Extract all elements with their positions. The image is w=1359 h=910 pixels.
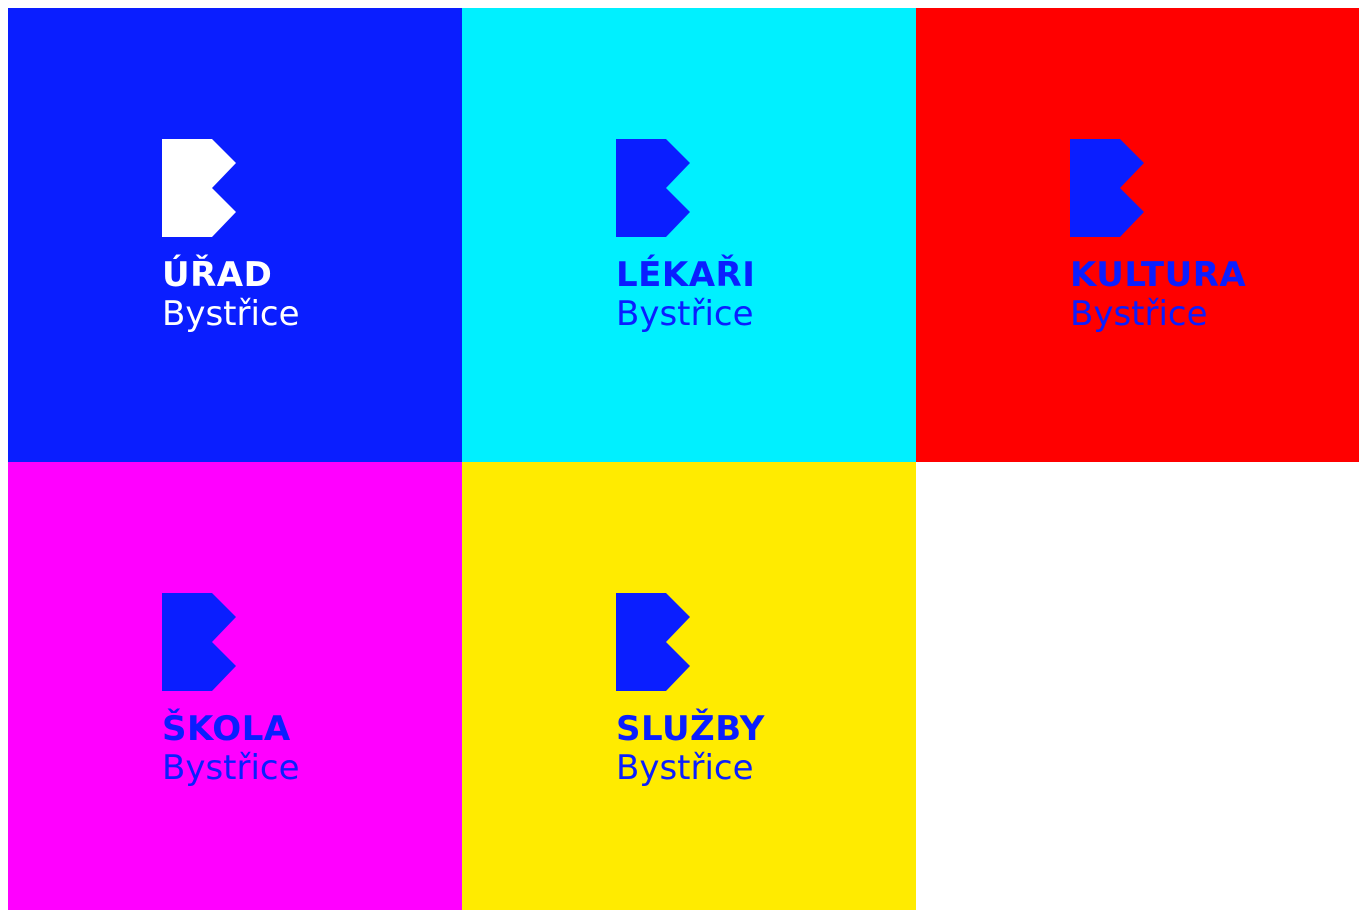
logo-subtitle: Bystřice [616,748,754,788]
tile-skola: ŠKOLA Bystřice [8,462,462,910]
b-logo-icon [616,593,690,691]
logo-lockup: LÉKAŘI Bystřice [616,139,755,334]
tile-sluzby: SLUŽBY Bystřice [462,462,916,910]
logo-title: SLUŽBY [616,709,765,749]
tile-kultura: KULTURA Bystřice [916,8,1359,462]
logo-lockup: ÚŘAD Bystřice [162,139,300,334]
logo-title: ŠKOLA [162,709,291,749]
logo-title: KULTURA [1070,255,1247,295]
logo-subtitle: Bystřice [162,748,300,788]
logo-title: LÉKAŘI [616,255,756,295]
logo-lockup: ŠKOLA Bystřice [162,593,300,788]
logo-lockup: KULTURA Bystřice [1070,139,1246,334]
logo-subtitle: Bystřice [1070,294,1208,334]
b-logo-icon [162,593,236,691]
tile-lekari: LÉKAŘI Bystřice [462,8,916,462]
b-logo-icon [1070,139,1144,237]
tile-urad: ÚŘAD Bystřice [8,8,462,462]
logo-lockup: SLUŽBY Bystřice [616,593,765,788]
brand-variant-grid: ÚŘAD Bystřice LÉKAŘI Bystřice KULTURA By… [8,8,1359,910]
logo-subtitle: Bystřice [162,294,300,334]
b-logo-icon [616,139,690,237]
logo-subtitle: Bystřice [616,294,754,334]
b-logo-icon [162,139,236,237]
logo-title: ÚŘAD [162,255,273,295]
